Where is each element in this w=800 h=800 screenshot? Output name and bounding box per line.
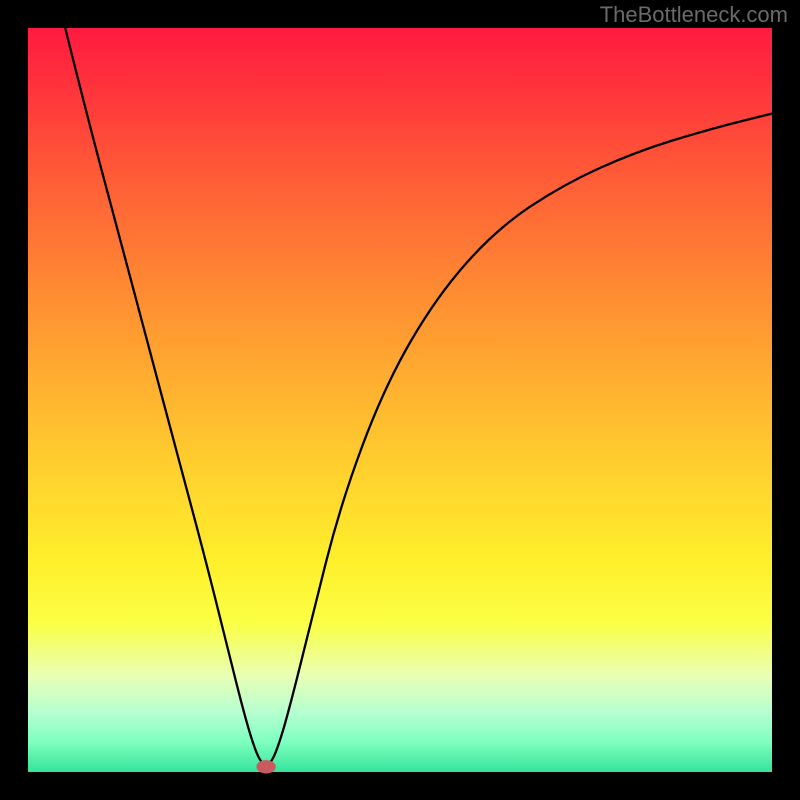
watermark-text: TheBottleneck.com	[600, 2, 788, 28]
plot-area	[28, 28, 772, 772]
minimum-marker	[256, 760, 275, 773]
chart-frame: TheBottleneck.com	[0, 0, 800, 800]
curve-svg	[28, 28, 772, 772]
bottleneck-curve	[65, 28, 772, 765]
